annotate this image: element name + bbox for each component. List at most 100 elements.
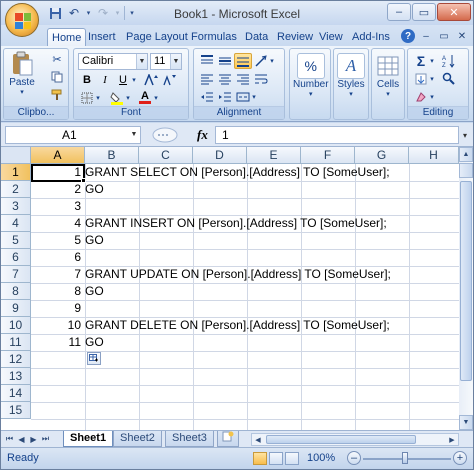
close-button[interactable]: ✕ <box>437 3 471 21</box>
shrink-font-icon[interactable] <box>160 72 178 88</box>
undo-dropdown-icon[interactable]: ▾ <box>85 5 92 21</box>
name-box[interactable]: A1 ▼ <box>5 126 141 144</box>
first-sheet-icon[interactable]: ⏮ <box>4 433 15 445</box>
sheet-tab-sheet2[interactable]: Sheet2 <box>113 431 162 447</box>
vertical-scroll-thumb[interactable] <box>460 181 472 381</box>
font-color-dropdown-icon[interactable]: ▾ <box>152 90 160 106</box>
page-break-view-icon[interactable] <box>285 452 299 465</box>
column-header-b[interactable]: B <box>85 147 139 164</box>
horizontal-scroll-thumb[interactable] <box>266 435 416 444</box>
tab-home[interactable]: Home <box>47 28 87 46</box>
find-select-icon[interactable] <box>440 71 458 87</box>
row-header[interactable]: 9 <box>1 300 31 317</box>
scroll-up-icon[interactable]: ▲ <box>459 147 473 162</box>
page-layout-view-icon[interactable] <box>269 452 283 465</box>
vertical-scrollbar[interactable]: ▲ ▼ <box>459 147 473 430</box>
split-box[interactable] <box>459 163 473 178</box>
cell-b5[interactable]: GO <box>85 232 104 249</box>
paste-options-icon[interactable] <box>87 352 101 365</box>
ribbon-minimize-icon[interactable]: – <box>419 29 433 43</box>
cell-a10[interactable]: 10 <box>33 317 83 334</box>
redo-dropdown-icon[interactable]: ▾ <box>114 5 121 21</box>
cell-a11[interactable]: 11 <box>33 334 83 351</box>
help-icon[interactable]: ? <box>401 29 415 43</box>
tab-formulas[interactable]: Formulas <box>187 28 241 46</box>
row-header[interactable]: 2 <box>1 181 31 198</box>
save-icon[interactable] <box>47 5 63 21</box>
borders-dropdown-icon[interactable]: ▾ <box>94 90 102 106</box>
zoom-out-icon[interactable]: – <box>347 451 361 465</box>
sort-filter-icon[interactable]: AZ <box>440 53 458 69</box>
italic-button[interactable]: I <box>96 72 114 88</box>
number-button[interactable]: % Number ▾ <box>293 53 329 98</box>
cell-b7[interactable]: GRANT UPDATE ON [Person].[Address] TO [S… <box>85 266 391 283</box>
cell-a7[interactable]: 7 <box>33 266 83 283</box>
paste-button[interactable]: Paste ▾ <box>8 51 36 96</box>
align-center-icon[interactable] <box>216 71 234 87</box>
align-left-icon[interactable] <box>198 71 216 87</box>
horizontal-scrollbar[interactable]: ◀ ▶ <box>251 433 459 446</box>
orientation-dropdown-icon[interactable]: ▾ <box>268 53 276 69</box>
cells-button[interactable]: Cells ▾ <box>374 53 402 98</box>
expand-formula-bar-icon[interactable]: ▾ <box>459 126 471 144</box>
cell-a8[interactable]: 8 <box>33 283 83 300</box>
column-header-e[interactable]: E <box>247 147 301 164</box>
row-header[interactable]: 5 <box>1 232 31 249</box>
copy-icon[interactable] <box>48 69 66 85</box>
prev-sheet-icon[interactable]: ◀ <box>16 433 27 445</box>
row-header[interactable]: 1 <box>1 164 31 181</box>
column-header-h[interactable]: H <box>409 147 459 164</box>
minimize-button[interactable]: – <box>387 3 411 21</box>
row-header[interactable]: 7 <box>1 266 31 283</box>
column-header-a[interactable]: A <box>31 147 85 164</box>
row-header[interactable]: 13 <box>1 368 31 385</box>
zoom-level[interactable]: 100% <box>307 452 335 464</box>
fill-dropdown-icon[interactable]: ▾ <box>428 71 436 87</box>
scroll-right-icon[interactable]: ▶ <box>446 434 458 445</box>
row-header[interactable]: 6 <box>1 249 31 266</box>
row-header[interactable]: 12 <box>1 351 31 368</box>
styles-button[interactable]: A Styles ▾ <box>337 53 365 98</box>
grow-font-icon[interactable] <box>142 72 160 88</box>
row-header[interactable]: 14 <box>1 385 31 402</box>
scroll-down-icon[interactable]: ▼ <box>459 415 473 430</box>
zoom-in-icon[interactable]: + <box>453 451 467 465</box>
last-sheet-icon[interactable]: ⏭ <box>40 433 51 445</box>
cell-a4[interactable]: 4 <box>33 215 83 232</box>
merge-dropdown-icon[interactable]: ▾ <box>250 89 258 105</box>
format-painter-icon[interactable] <box>48 87 66 103</box>
column-header-g[interactable]: G <box>355 147 409 164</box>
tab-data[interactable]: Data <box>241 28 272 46</box>
normal-view-icon[interactable] <box>253 452 267 465</box>
fill-color-dropdown-icon[interactable]: ▾ <box>124 90 132 106</box>
cell-b4[interactable]: GRANT INSERT ON [Person].[Address] TO [S… <box>85 215 387 232</box>
customize-qat-icon[interactable]: ▾ <box>128 5 136 21</box>
cell-a2[interactable]: 2 <box>33 181 83 198</box>
align-middle-icon[interactable] <box>216 53 234 69</box>
formula-input[interactable]: 1 <box>215 126 459 144</box>
cut-icon[interactable]: ✂ <box>48 51 66 67</box>
cell-a3[interactable]: 3 <box>33 198 83 215</box>
redo-icon[interactable]: ↷ <box>95 5 111 21</box>
worksheet-grid[interactable]: A B C D E F G H 1 2 3 4 5 6 7 8 9 10 11 … <box>1 147 473 430</box>
decrease-indent-icon[interactable] <box>198 89 216 105</box>
tab-review[interactable]: Review <box>273 28 317 46</box>
row-header[interactable]: 3 <box>1 198 31 215</box>
font-size-combo[interactable]: 11 ▼ <box>150 53 182 70</box>
column-header-c[interactable]: C <box>139 147 193 164</box>
cell-a5[interactable]: 5 <box>33 232 83 249</box>
sheet-tab-sheet1[interactable]: Sheet1 <box>63 431 114 447</box>
cell-b8[interactable]: GO <box>85 283 104 300</box>
maximize-button[interactable]: ▭ <box>412 3 436 21</box>
zoom-slider-thumb[interactable] <box>402 452 408 464</box>
align-right-icon[interactable] <box>234 71 252 87</box>
increase-indent-icon[interactable] <box>216 89 234 105</box>
cell-b11[interactable]: GO <box>85 334 104 351</box>
next-sheet-icon[interactable]: ▶ <box>28 433 39 445</box>
ribbon-restore-icon[interactable]: ▭ <box>437 29 451 43</box>
autosum-dropdown-icon[interactable]: ▾ <box>428 53 436 69</box>
cell-a6[interactable]: 6 <box>33 249 83 266</box>
row-header[interactable]: 11 <box>1 334 31 351</box>
cell-b2[interactable]: GO <box>85 181 104 198</box>
cell-b1[interactable]: GRANT SELECT ON [Person].[Address] TO [S… <box>85 164 390 181</box>
